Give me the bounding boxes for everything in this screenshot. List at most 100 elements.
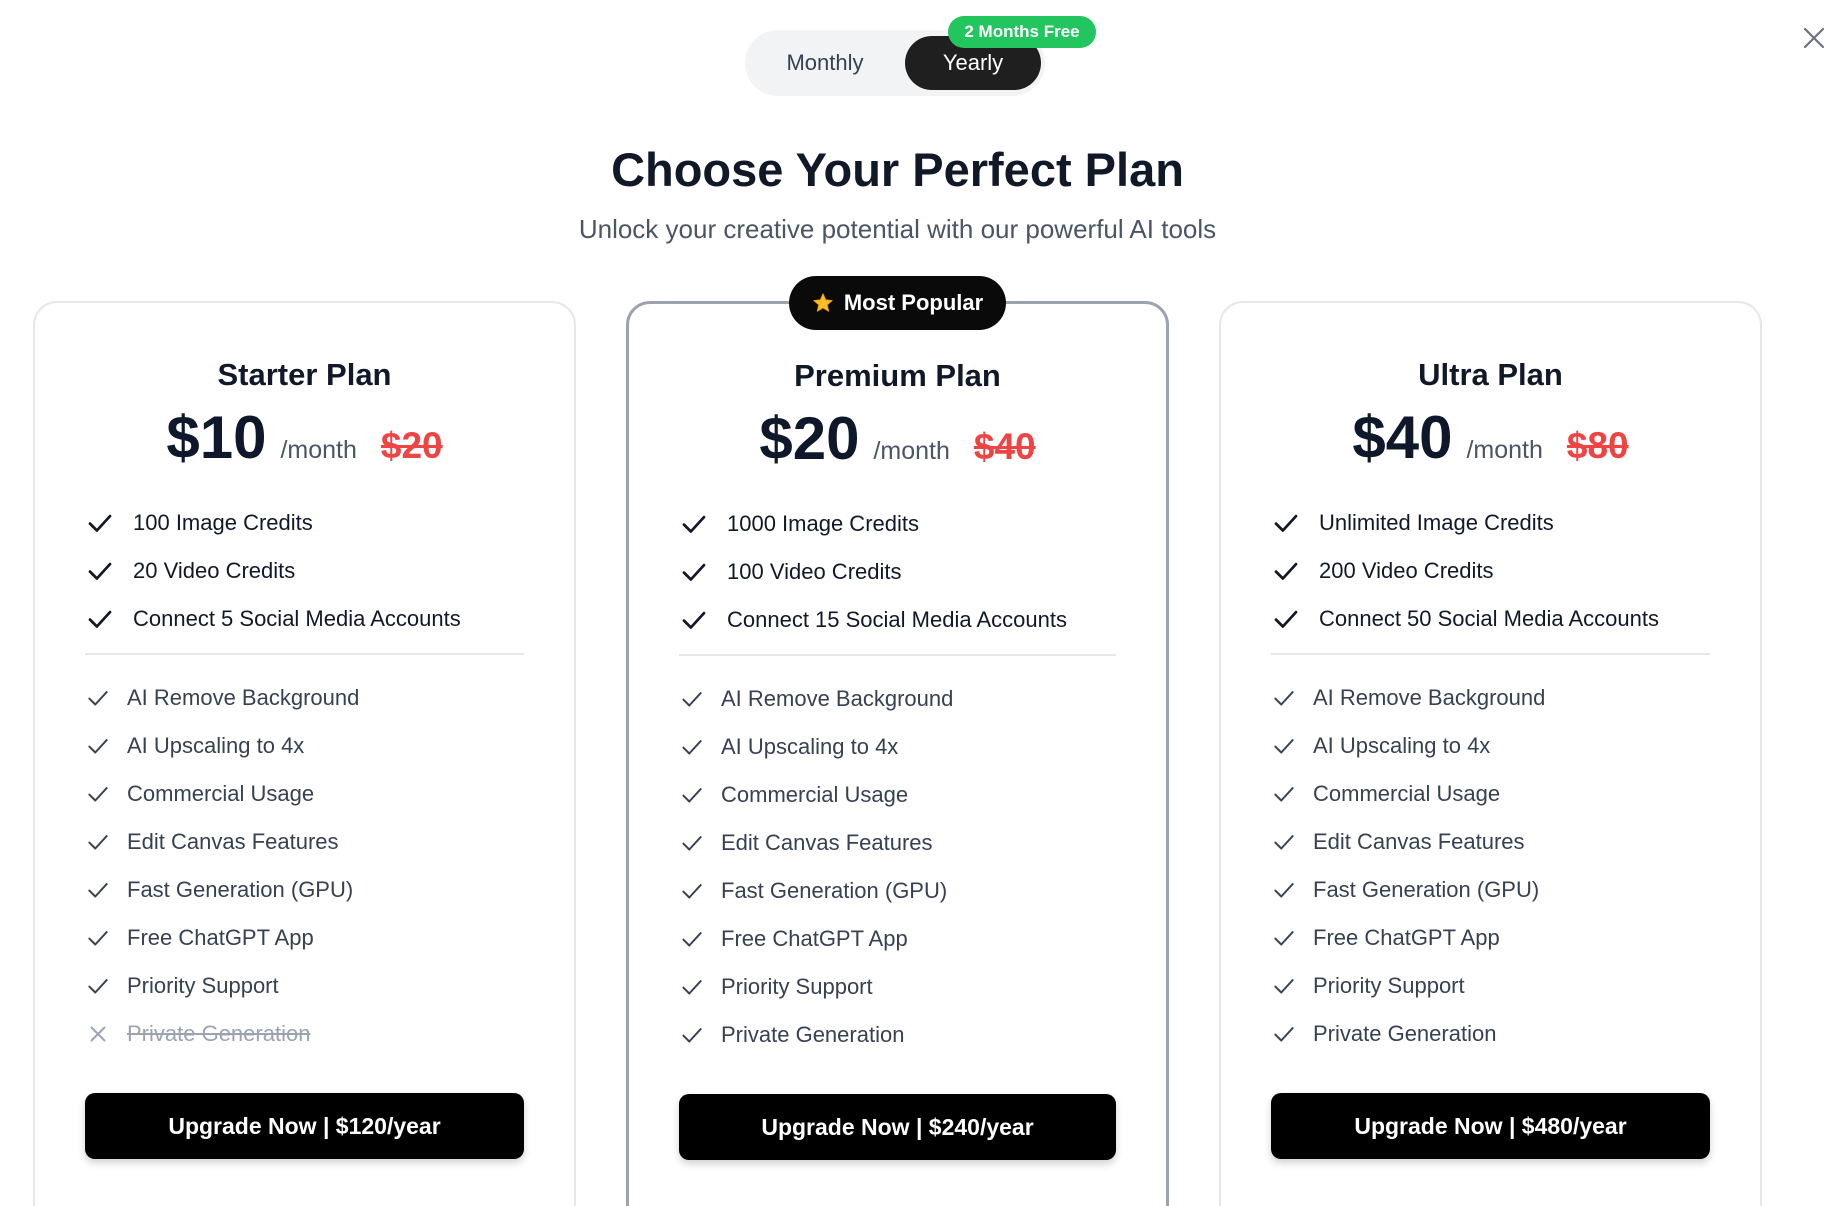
credit-label: Unlimited Image Credits <box>1319 510 1554 535</box>
check-icon <box>682 611 706 629</box>
list-item: Priority Support <box>1271 962 1545 1010</box>
plan-name: Premium Plan <box>794 358 1001 393</box>
list-item: Commercial Usage <box>679 771 953 819</box>
feature-label: Priority Support <box>127 973 279 998</box>
check-icon <box>682 836 702 851</box>
check-icon <box>1274 835 1294 850</box>
close-button[interactable] <box>1796 20 1830 56</box>
check-icon <box>88 562 112 580</box>
list-item: AI Remove Background <box>679 675 953 723</box>
credits-list: Unlimited Image Credits 200 Video Credit… <box>1271 499 1659 643</box>
feature-label: Free ChatGPT App <box>127 925 314 950</box>
plan-name: Starter Plan <box>217 357 392 392</box>
promo-badge: 2 Months Free <box>948 16 1096 48</box>
credit-label: Connect 5 Social Media Accounts <box>133 606 461 631</box>
check-icon <box>1274 787 1294 802</box>
list-item: Commercial Usage <box>1271 770 1545 818</box>
price-period: /month <box>1466 436 1543 464</box>
check-icon <box>682 884 702 899</box>
feature-label: Commercial Usage <box>127 781 315 806</box>
check-icon <box>682 788 702 803</box>
feature-label: Private Generation <box>721 1022 905 1047</box>
divider <box>85 653 524 655</box>
feature-label: Fast Generation (GPU) <box>1313 877 1540 902</box>
credit-label: 20 Video Credits <box>133 558 296 583</box>
price-period: /month <box>873 437 950 465</box>
page-subtitle: Unlock your creative potential with our … <box>578 214 1217 244</box>
credit-label: 100 Video Credits <box>727 559 902 584</box>
list-item: Free ChatGPT App <box>679 915 953 963</box>
feature-label: Edit Canvas Features <box>1313 829 1525 854</box>
toggle-monthly[interactable]: Monthly <box>745 30 905 96</box>
check-icon <box>88 739 108 754</box>
feature-label: Edit Canvas Features <box>721 830 933 855</box>
list-item: Connect 15 Social Media Accounts <box>679 596 1067 644</box>
badge-label: Most Popular <box>843 290 984 315</box>
upgrade-button[interactable]: Upgrade Now | $120/year <box>85 1093 524 1159</box>
x-icon <box>90 1026 106 1042</box>
list-item: Unlimited Image Credits <box>1271 499 1659 547</box>
check-icon <box>682 1028 702 1043</box>
feature-label: Free ChatGPT App <box>721 926 908 951</box>
upgrade-button[interactable]: Upgrade Now | $480/year <box>1271 1093 1710 1159</box>
list-item: 200 Video Credits <box>1271 547 1659 595</box>
feature-label: AI Remove Background <box>1313 685 1546 710</box>
feature-label: AI Upscaling to 4x <box>1313 733 1491 758</box>
list-item: Priority Support <box>85 962 359 1010</box>
plan-price: $10 <box>166 404 267 471</box>
price-row: $20 /month $40 <box>629 404 1166 473</box>
star-icon <box>813 293 833 312</box>
list-item: AI Remove Background <box>1271 674 1545 722</box>
list-item: Fast Generation (GPU) <box>85 866 359 914</box>
list-item: Private Generation <box>1271 1010 1545 1058</box>
upgrade-button[interactable]: Upgrade Now | $240/year <box>679 1094 1116 1160</box>
plan-card-ultra: Ultra Plan $40 /month $80 Unlimited Imag… <box>1219 301 1762 1206</box>
feature-label: Commercial Usage <box>1313 781 1501 806</box>
check-icon <box>682 740 702 755</box>
list-item: AI Upscaling to 4x <box>679 723 953 771</box>
features-list: AI Remove Background AI Upscaling to 4x … <box>679 675 953 1059</box>
list-item: 1000 Image Credits <box>679 500 1067 548</box>
price-row: $10 /month $20 <box>35 403 574 472</box>
feature-label: AI Upscaling to 4x <box>127 733 305 758</box>
list-item: 20 Video Credits <box>85 547 461 595</box>
plan-card-premium: Premium Plan $20 /month $40 1000 Image C… <box>626 301 1169 1206</box>
feature-label: Commercial Usage <box>721 782 909 807</box>
price-row: $40 /month $80 <box>1221 403 1760 472</box>
check-icon <box>1274 739 1294 754</box>
credit-label: 100 Image Credits <box>133 510 313 535</box>
check-icon <box>682 980 702 995</box>
credits-list: 1000 Image Credits 100 Video Credits Con… <box>679 500 1067 644</box>
feature-label: Fast Generation (GPU) <box>721 878 948 903</box>
check-icon <box>88 787 108 802</box>
credit-label: 200 Video Credits <box>1319 558 1494 583</box>
list-item: Fast Generation (GPU) <box>679 867 953 915</box>
divider <box>1271 653 1710 655</box>
feature-label: Priority Support <box>1313 973 1465 998</box>
list-item: Edit Canvas Features <box>679 819 953 867</box>
list-item: Private Generation <box>679 1011 953 1059</box>
feature-label: Private Generation <box>127 1021 311 1046</box>
credits-list: 100 Image Credits 20 Video Credits Conne… <box>85 499 461 643</box>
old-price: $20 <box>380 425 443 466</box>
list-item: AI Upscaling to 4x <box>1271 722 1545 770</box>
check-icon <box>1274 979 1294 994</box>
feature-label: Private Generation <box>1313 1021 1497 1046</box>
check-icon <box>88 610 112 628</box>
list-item: Free ChatGPT App <box>1271 914 1545 962</box>
check-icon <box>88 931 108 946</box>
plan-price: $20 <box>759 405 860 472</box>
check-icon <box>88 883 108 898</box>
list-item: Private Generation <box>85 1010 359 1058</box>
list-item: AI Upscaling to 4x <box>85 722 359 770</box>
list-item: Edit Canvas Features <box>85 818 359 866</box>
check-icon <box>1274 931 1294 946</box>
feature-label: Edit Canvas Features <box>127 829 339 854</box>
list-item: Priority Support <box>679 963 953 1011</box>
price-period: /month <box>280 436 357 464</box>
check-icon <box>1274 691 1294 706</box>
features-list: AI Remove Background AI Upscaling to 4x … <box>85 674 359 1058</box>
close-icon <box>1803 27 1825 49</box>
plan-card-starter: Starter Plan $10 /month $20 100 Image Cr… <box>33 301 576 1206</box>
features-list: AI Remove Background AI Upscaling to 4x … <box>1271 674 1545 1058</box>
